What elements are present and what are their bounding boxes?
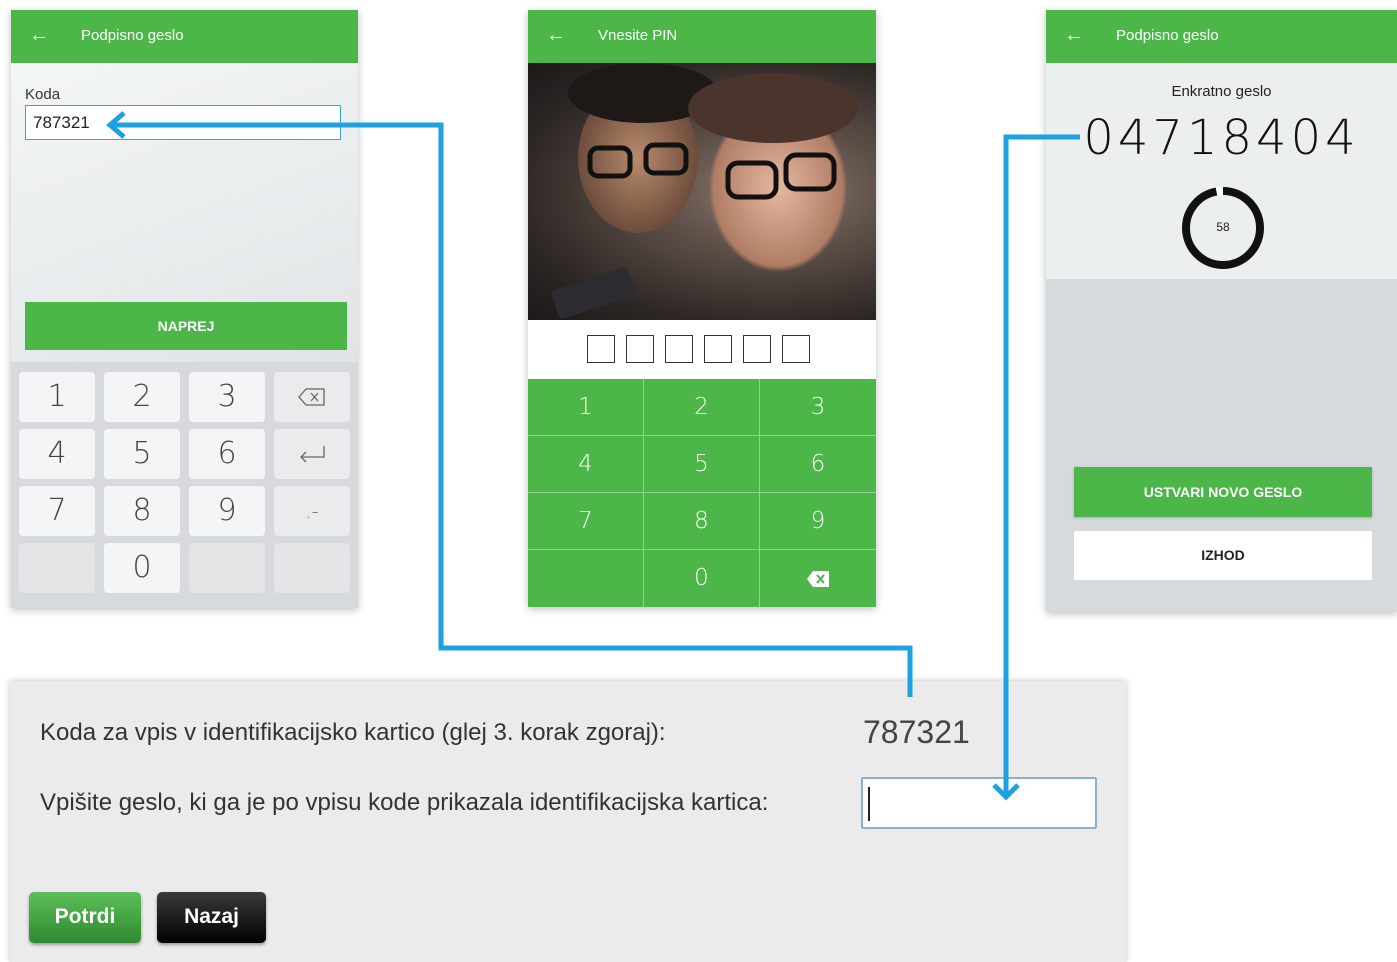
code-entry-screen: ← Podpisno geslo Koda 787321 NAPREJ 1 2 …	[11, 10, 358, 608]
key-9[interactable]: 9	[189, 486, 265, 536]
key-3[interactable]: 3	[189, 372, 265, 422]
screen-title: Podpisno geslo	[81, 27, 184, 44]
pin-digit-box	[665, 335, 693, 363]
pin-key-8[interactable]: 8	[644, 493, 760, 550]
code-input[interactable]: 787321	[25, 105, 341, 140]
key-6[interactable]: 6	[189, 429, 265, 479]
otp-screen: ← Podpisno geslo Enkratno geslo 04718404…	[1046, 10, 1397, 612]
couple-photo	[528, 63, 876, 320]
otp-code: 04718404	[1083, 110, 1360, 166]
pin-digit-box	[743, 335, 771, 363]
backspace-icon	[807, 570, 829, 587]
blank-key	[19, 543, 95, 593]
app-bar: ← Podpisno geslo	[11, 10, 358, 63]
enter-key[interactable]	[274, 429, 350, 479]
screen-title: Vnesite PIN	[598, 27, 678, 44]
pin-key-2[interactable]: 2	[644, 379, 760, 436]
code-value: 787321	[863, 714, 970, 750]
web-confirmation-form: Koda za vpis v identifikacijsko kartico …	[10, 681, 1126, 962]
password-input[interactable]	[861, 777, 1097, 829]
pin-digit-box	[587, 335, 615, 363]
password-label: Vpišite geslo, ki ga je po vpisu kode pr…	[40, 789, 769, 816]
pin-entry-screen: ← Vnesite PIN 1 2 3 4 5 6 7 8 9 0	[528, 10, 876, 607]
exit-button[interactable]: IZHOD	[1074, 531, 1372, 580]
code-label: Koda za vpis v identifikacijsko kartico …	[40, 719, 666, 746]
pin-key-blank	[528, 550, 644, 607]
back-arrow-icon[interactable]: ←	[546, 25, 566, 45]
screen-title: Podpisno geslo	[1116, 27, 1219, 44]
pin-key-9[interactable]: 9	[760, 493, 876, 550]
dash-key[interactable]: .-	[274, 486, 350, 536]
backspace-icon	[298, 388, 325, 406]
pin-digit-box	[626, 335, 654, 363]
enter-icon	[300, 446, 325, 463]
app-bar: ← Podpisno geslo	[1046, 10, 1397, 63]
pin-key-0[interactable]: 0	[644, 550, 760, 607]
pin-digit-box	[704, 335, 732, 363]
key-7[interactable]: 7	[19, 486, 95, 536]
confirm-button[interactable]: Potrdi	[29, 892, 141, 943]
back-arrow-icon[interactable]: ←	[29, 25, 49, 45]
pin-key-7[interactable]: 7	[528, 493, 644, 550]
backspace-key[interactable]	[274, 372, 350, 422]
glasses-icon	[551, 142, 837, 319]
key-1[interactable]: 1	[19, 372, 95, 422]
blank-key	[274, 543, 350, 593]
pin-key-4[interactable]: 4	[528, 436, 644, 493]
next-button[interactable]: NAPREJ	[25, 302, 347, 350]
pin-digit-box	[782, 335, 810, 363]
pin-key-5[interactable]: 5	[644, 436, 760, 493]
key-8[interactable]: 8	[104, 486, 180, 536]
numeric-keyboard: 1 2 3 4 5 6 7 8 9 .- 0	[11, 362, 358, 608]
back-button[interactable]: Nazaj	[157, 892, 266, 943]
app-bar: ← Vnesite PIN	[528, 10, 876, 63]
pin-boxes	[528, 320, 876, 380]
key-0[interactable]: 0	[104, 543, 180, 593]
pin-key-1[interactable]: 1	[528, 379, 644, 436]
key-4[interactable]: 4	[19, 429, 95, 479]
key-2[interactable]: 2	[104, 372, 180, 422]
create-new-password-button[interactable]: USTVARI NOVO GESLO	[1074, 467, 1372, 517]
blank-key	[189, 543, 265, 593]
otp-subtitle: Enkratno geslo	[1171, 83, 1272, 100]
back-arrow-icon[interactable]: ←	[1064, 25, 1084, 45]
countdown-seconds: 58	[1216, 220, 1230, 234]
pin-key-6[interactable]: 6	[760, 436, 876, 493]
text-cursor	[868, 787, 870, 821]
pin-keypad: 1 2 3 4 5 6 7 8 9 0	[528, 379, 876, 607]
pin-key-3[interactable]: 3	[760, 379, 876, 436]
pin-backspace-key[interactable]	[760, 550, 876, 607]
key-5[interactable]: 5	[104, 429, 180, 479]
code-label: Koda	[25, 86, 61, 103]
